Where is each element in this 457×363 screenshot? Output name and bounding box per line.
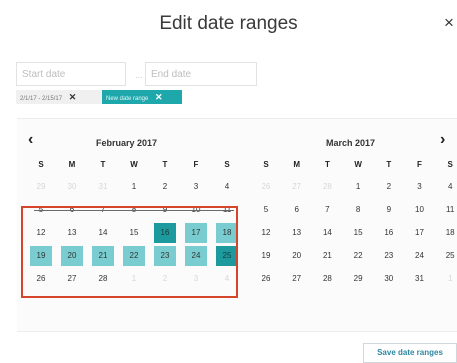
calendar-day[interactable]: 10 [409,200,431,220]
start-date-input[interactable]: Start date [16,62,126,86]
calendar-day[interactable]: 20 [286,246,308,266]
weekday-label: W [354,160,362,169]
next-month-icon[interactable]: › [440,131,445,149]
calendar-day[interactable]: 29 [30,177,52,197]
calendar-day[interactable]: 31 [409,269,431,289]
weekday-label: M [293,160,301,169]
calendar-day[interactable]: 23 [378,246,400,266]
calendar-day[interactable]: 9 [378,200,400,220]
calendar-day[interactable]: 30 [378,269,400,289]
weekday-label: T [100,160,106,169]
date-separator: ... [135,70,143,80]
calendar-day[interactable]: 12 [255,223,277,243]
calendar-day[interactable]: 28 [316,177,338,197]
calendar-day[interactable]: 1 [347,177,369,197]
calendar-day[interactable]: 1 [439,269,457,289]
weekday-label: W [130,160,138,169]
remove-chip-icon[interactable]: ✕ [155,92,163,102]
calendar-day[interactable]: 18 [439,223,457,243]
end-date-input[interactable]: End date [145,62,257,86]
chip-label: New date range [106,96,149,102]
calendar-day[interactable]: 29 [347,269,369,289]
calendar-day[interactable]: 7 [316,200,338,220]
date-range-chip-1[interactable]: 2/1/17 - 2/15/17 ✕ [16,90,102,104]
calendar-day[interactable]: 11 [439,200,457,220]
weekday-label: M [68,160,76,169]
calendar-day[interactable]: 26 [255,177,277,197]
weekday-label: S [38,160,44,169]
weekday-label: T [386,160,392,169]
month-title-march: March 2017 [326,138,376,148]
calendar-day[interactable]: 22 [347,246,369,266]
calendar-day[interactable]: 28 [316,269,338,289]
calendar-day[interactable]: 4 [439,177,457,197]
calendar-day[interactable]: 2 [154,177,176,197]
weekday-label: S [447,160,453,169]
calendar-day[interactable]: 3 [409,177,431,197]
calendar-day[interactable]: 3 [185,177,207,197]
dialog-title: Edit date ranges [159,13,298,34]
calendar-day[interactable]: 24 [409,246,431,266]
calendar-day[interactable]: 31 [92,177,114,197]
weekday-label: T [162,160,168,169]
calendar-day[interactable]: 2 [378,177,400,197]
calendar-day[interactable]: 5 [255,200,277,220]
calendar-day[interactable]: 26 [255,269,277,289]
month-title-february: February 2017 [96,138,158,148]
calendar-day[interactable]: 25 [439,246,457,266]
weekday-label: S [263,160,269,169]
weekday-label: F [193,160,199,169]
calendar-day[interactable]: 1 [123,177,145,197]
chip-label: 2/1/17 - 2/15/17 [20,96,63,102]
calendar-day[interactable]: 27 [286,269,308,289]
remove-chip-icon[interactable]: ✕ [69,92,77,102]
save-date-ranges-button[interactable]: Save date ranges [363,343,457,363]
calendar-day[interactable]: 30 [61,177,83,197]
date-range-chip-new[interactable]: New date range ✕ [102,90,182,104]
weekday-label: S [224,160,230,169]
calendar-day[interactable]: 19 [255,246,277,266]
prev-month-icon[interactable]: ‹ [28,131,33,149]
calendar-day[interactable]: 8 [347,200,369,220]
calendar-day[interactable]: 15 [347,223,369,243]
weekday-label: F [417,160,422,169]
calendar-day[interactable]: 17 [409,223,431,243]
close-icon[interactable]: × [444,13,454,33]
calendar-day[interactable]: 16 [378,223,400,243]
calendar-day[interactable]: 6 [286,200,308,220]
calendar-day[interactable]: 4 [216,177,238,197]
calendar-day[interactable]: 13 [286,223,308,243]
calendar-day[interactable]: 21 [316,246,338,266]
calendar-day[interactable]: 27 [286,177,308,197]
calendar-day[interactable]: 14 [316,223,338,243]
weekday-label: T [324,160,330,169]
range-highlight-box [21,206,238,298]
